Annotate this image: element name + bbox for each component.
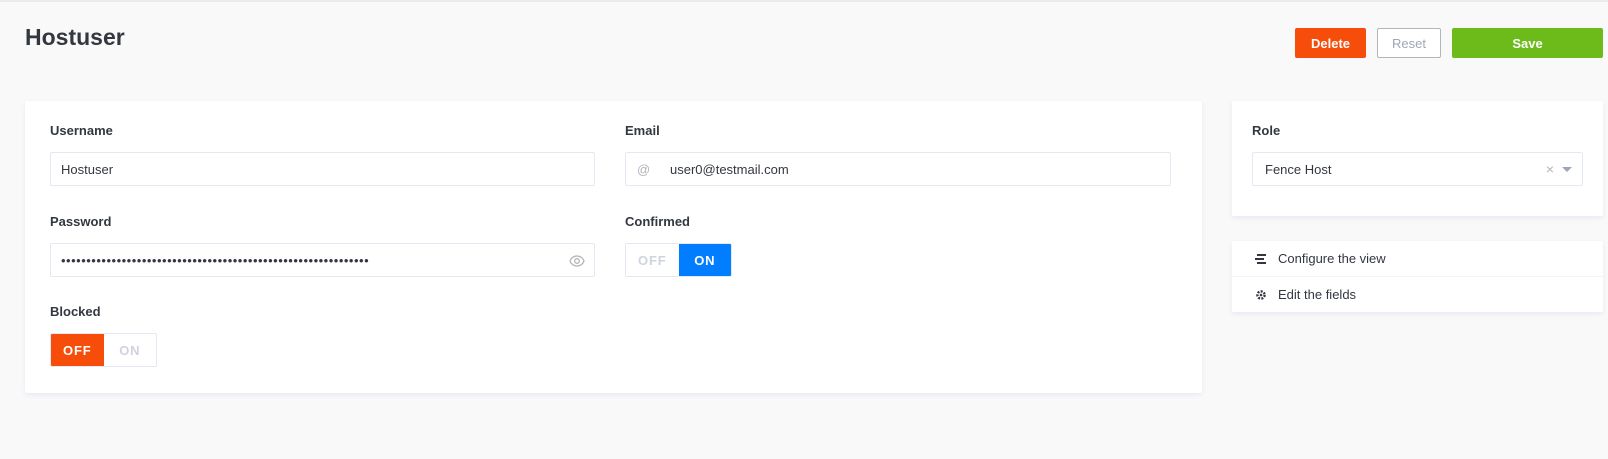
save-button[interactable]: Save <box>1452 28 1603 58</box>
edit-fields-link[interactable]: Edit the fields <box>1232 277 1603 312</box>
confirmed-off-option[interactable]: OFF <box>626 244 679 276</box>
role-label: Role <box>1252 123 1281 138</box>
top-border <box>0 0 1608 2</box>
role-select[interactable]: Fence Host × <box>1252 152 1583 186</box>
password-input[interactable]: ••••••••••••••••••••••••••••••••••••••••… <box>50 243 595 277</box>
email-label: Email <box>625 123 660 138</box>
blocked-label: Blocked <box>50 304 101 319</box>
configure-view-link[interactable]: Configure the view <box>1232 241 1603 276</box>
password-label: Password <box>50 214 112 229</box>
username-label: Username <box>50 123 113 138</box>
page-title: Hostuser <box>25 24 125 50</box>
chevron-down-icon[interactable] <box>1562 167 1572 172</box>
confirmed-label: Confirmed <box>625 214 690 229</box>
edit-fields-label: Edit the fields <box>1278 287 1357 302</box>
blocked-on-option[interactable]: ON <box>104 334 157 366</box>
configure-view-label: Configure the view <box>1278 251 1386 266</box>
username-input[interactable]: Hostuser <box>50 152 595 186</box>
confirmed-on-option[interactable]: ON <box>678 244 731 276</box>
confirmed-toggle[interactable]: OFF ON <box>625 243 732 277</box>
reset-button[interactable]: Reset <box>1377 28 1441 58</box>
links-card: Configure the view Edit the fields <box>1232 241 1603 312</box>
blocked-toggle[interactable]: OFF ON <box>50 333 157 367</box>
eye-icon[interactable] <box>569 254 585 268</box>
email-input[interactable]: @ user0@testmail.com <box>625 152 1171 186</box>
clear-icon[interactable]: × <box>1546 161 1554 177</box>
username-value: Hostuser <box>61 161 114 177</box>
delete-button[interactable]: Delete <box>1295 28 1366 58</box>
gear-icon <box>1254 288 1268 302</box>
blocked-off-option[interactable]: OFF <box>51 334 104 366</box>
role-selected-value: Fence Host <box>1265 161 1332 177</box>
at-sign-icon: @ <box>637 162 651 177</box>
edit-form-card: Username Hostuser Email @ user0@testmail… <box>25 101 1202 393</box>
password-value: ••••••••••••••••••••••••••••••••••••••••… <box>61 252 370 268</box>
email-value: user0@testmail.com <box>670 162 789 177</box>
role-card: Role Fence Host × <box>1232 101 1603 216</box>
layout-icon <box>1254 252 1268 266</box>
